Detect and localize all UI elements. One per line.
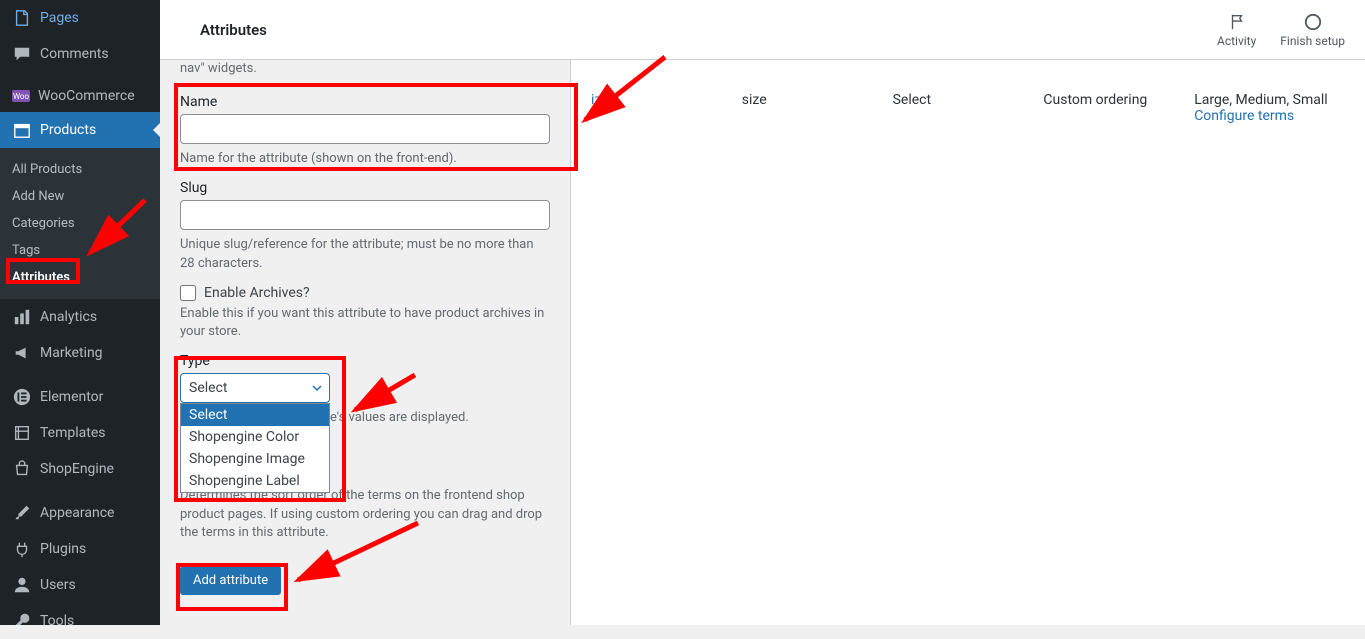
attr-slug: size	[742, 92, 893, 124]
submenu-categories[interactable]: Categories	[0, 210, 160, 237]
wrench-icon	[12, 611, 32, 631]
products-icon	[12, 120, 32, 140]
menu-comments[interactable]: Comments	[0, 36, 160, 72]
option-label[interactable]: Shopengine Label	[181, 470, 329, 492]
menu-label: Comments	[40, 46, 109, 62]
brush-icon	[12, 503, 32, 523]
submenu-attributes[interactable]: Attributes	[0, 264, 160, 291]
user-icon	[12, 575, 32, 595]
slug-label: Slug	[180, 180, 550, 196]
type-select[interactable]: Select	[180, 373, 330, 403]
attr-name-link[interactable]: ize	[591, 92, 609, 108]
menu-users[interactable]: Users	[0, 567, 160, 603]
menu-appearance[interactable]: Appearance	[0, 495, 160, 531]
action-label: Activity	[1217, 34, 1256, 48]
table-row: ize size Select Custom ordering Large, M…	[591, 84, 1345, 132]
menu-woocommerce[interactable]: Woo WooCommerce	[0, 80, 160, 112]
menu-label: Users	[40, 577, 76, 593]
order-help: Determines the sort order of the terms o…	[180, 487, 550, 542]
chevron-down-icon	[311, 382, 323, 394]
menu-label: Tools	[40, 613, 74, 629]
menu-tools[interactable]: Tools	[0, 603, 160, 639]
option-image[interactable]: Shopengine Image	[181, 448, 329, 470]
slug-input[interactable]	[180, 200, 550, 230]
menu-products[interactable]: Products	[0, 112, 160, 148]
menu-elementor[interactable]: Elementor	[0, 379, 160, 415]
menu-plugins[interactable]: Plugins	[0, 531, 160, 567]
menu-templates[interactable]: Templates	[0, 415, 160, 451]
type-value: Select	[189, 380, 227, 396]
menu-label: WooCommerce	[38, 88, 135, 104]
submenu-all-products[interactable]: All Products	[0, 156, 160, 183]
page-title: Attributes	[200, 21, 267, 39]
menu-label: Appearance	[40, 505, 114, 521]
menu-label: Elementor	[40, 389, 103, 405]
elementor-icon	[12, 387, 32, 407]
submenu-tags[interactable]: Tags	[0, 237, 160, 264]
products-submenu: All Products Add New Categories Tags Att…	[0, 148, 160, 299]
type-dropdown: Select Shopengine Color Shopengine Image…	[180, 403, 330, 493]
menu-label: Analytics	[40, 309, 97, 325]
menu-label: Plugins	[40, 541, 86, 557]
page-header: Attributes Activity Finish setup	[160, 0, 1365, 60]
menu-pages[interactable]: Pages	[0, 0, 160, 36]
menu-marketing[interactable]: Marketing	[0, 335, 160, 371]
attribute-form: nav" widgets. Name Name for the attribut…	[160, 60, 570, 625]
comment-icon	[12, 44, 32, 64]
archives-help: Enable this if you want this attribute t…	[180, 305, 550, 341]
shopengine-icon	[12, 459, 32, 479]
enable-archives-checkbox[interactable]	[180, 285, 196, 301]
widgets-text-fragment: nav" widgets.	[180, 60, 550, 78]
configure-terms-link[interactable]: Configure terms	[1194, 108, 1294, 124]
menu-shopengine[interactable]: ShopEngine	[0, 451, 160, 487]
finish-setup-button[interactable]: Finish setup	[1280, 12, 1345, 48]
plug-icon	[12, 539, 32, 559]
attributes-table: ize size Select Custom ordering Large, M…	[570, 60, 1365, 625]
slug-help: Unique slug/reference for the attribute;…	[180, 236, 550, 272]
circle-icon	[1303, 12, 1323, 32]
flag-icon	[1227, 12, 1247, 32]
woo-icon: Woo	[12, 90, 30, 102]
archives-label: Enable Archives?	[204, 285, 310, 301]
attr-terms: Large, Medium, Small	[1194, 92, 1327, 108]
page-icon	[12, 8, 32, 28]
name-input[interactable]	[180, 114, 550, 144]
menu-label: Templates	[40, 425, 106, 441]
activity-button[interactable]: Activity	[1217, 12, 1256, 48]
content-area: Attributes Activity Finish setup nav" wi…	[160, 0, 1365, 625]
analytics-icon	[12, 307, 32, 327]
menu-label: Pages	[40, 10, 79, 26]
menu-label: ShopEngine	[40, 461, 114, 477]
submenu-add-new[interactable]: Add New	[0, 183, 160, 210]
name-help: Name for the attribute (shown on the fro…	[180, 150, 550, 168]
templates-icon	[12, 423, 32, 443]
name-label: Name	[180, 94, 550, 110]
option-color[interactable]: Shopengine Color	[181, 426, 329, 448]
menu-label: Marketing	[40, 345, 103, 361]
type-label: Type	[180, 353, 550, 369]
menu-analytics[interactable]: Analytics	[0, 299, 160, 335]
add-attribute-button[interactable]: Add attribute	[180, 566, 281, 595]
attr-type: Select	[893, 92, 1044, 124]
attr-order: Custom ordering	[1043, 92, 1194, 124]
menu-label: Products	[40, 122, 96, 138]
type-help-fragment: e's values are displayed.	[330, 409, 550, 427]
option-select[interactable]: Select	[181, 404, 329, 426]
megaphone-icon	[12, 343, 32, 363]
admin-sidebar: Pages Comments Woo WooCommerce Products …	[0, 0, 160, 625]
action-label: Finish setup	[1280, 34, 1345, 48]
